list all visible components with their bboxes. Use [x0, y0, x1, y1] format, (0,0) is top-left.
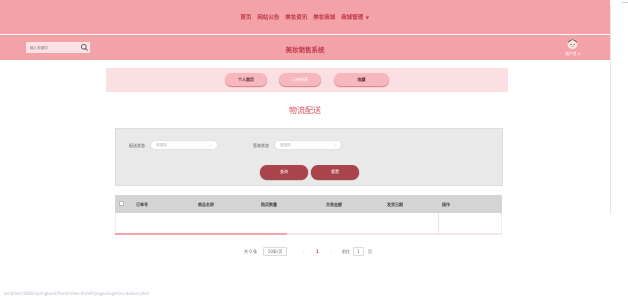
- page-size-value: 10条/页: [267, 249, 283, 254]
- column-actions: 操作: [442, 202, 450, 207]
- delivery-status-select[interactable]: 请选择 ⌄: [150, 140, 218, 150]
- tabs-band: 个人首页 订单列表 收藏: [106, 68, 508, 92]
- tab-favorites[interactable]: 收藏: [334, 73, 389, 86]
- goto-label: 前往: [342, 249, 350, 254]
- sign-status-select[interactable]: 请选择 ⌄: [274, 140, 342, 150]
- tab-profile[interactable]: 个人首页: [225, 73, 267, 86]
- nav-item-news[interactable]: 美妆资讯: [285, 15, 307, 21]
- scrollbar-thumb[interactable]: [115, 233, 287, 235]
- goto-page-value: 1: [357, 249, 360, 254]
- chevron-down-icon: ⌄: [209, 142, 213, 147]
- delivery-status-placeholder: 请选择: [156, 143, 167, 147]
- user-menu[interactable]: 账户名 ∨: [562, 38, 584, 59]
- page-title: 物流配送: [289, 106, 321, 115]
- current-page[interactable]: 1: [316, 249, 319, 254]
- nav-item-home[interactable]: 首页: [240, 15, 251, 21]
- horizontal-scrollbar[interactable]: [115, 233, 502, 235]
- top-nav: 首页 网站公告 美妆资讯 美妆商城 商城管理 ∨: [0, 0, 610, 34]
- column-ship-date: 发货日期: [387, 202, 403, 207]
- prev-page-button[interactable]: ‹: [303, 249, 305, 254]
- pagination: 共 0 条 10条/页 ‹ 1 › 前往 1 页: [0, 247, 610, 257]
- goto-page-input[interactable]: 1: [353, 247, 364, 256]
- site-title: 美妆销售系统: [285, 46, 325, 54]
- site-header: 美妆销售系统 账户名 ∨: [0, 35, 610, 60]
- sign-status-placeholder: 请选择: [280, 143, 291, 147]
- nav-item-announcements[interactable]: 网站公告: [257, 15, 279, 21]
- table-header: 订单号 商品名称 购买数量 交易金额 发货日期 操作: [115, 195, 502, 213]
- page: 首页 网站公告 美妆资讯 美妆商城 商城管理 ∨ 美妆销售系统: [0, 0, 628, 298]
- delivery-status-label: 配送状态: [129, 143, 145, 148]
- status-bar-url: localhost:8080/springboot/front/index.ht…: [4, 291, 149, 296]
- search-button[interactable]: 查询: [260, 165, 308, 179]
- sign-status-label: 签收状态: [253, 143, 269, 148]
- tab-orders[interactable]: 订单列表: [279, 73, 321, 86]
- page-size-select[interactable]: 10条/页: [263, 247, 287, 256]
- goto-unit: 页: [368, 249, 372, 254]
- top-nav-links: 首页 网站公告 美妆资讯 美妆商城 商城管理 ∨: [0, 13, 610, 21]
- table-body-empty: [115, 213, 502, 233]
- column-order-no: 订单号: [136, 202, 148, 207]
- select-all-checkbox[interactable]: [119, 201, 124, 206]
- column-divider: [438, 213, 439, 233]
- nav-item-mall[interactable]: 美妆商城: [313, 15, 335, 21]
- nav-item-mall-management[interactable]: 商城管理 ∨: [341, 15, 369, 21]
- right-edge-divider: [610, 6, 611, 214]
- next-page-button[interactable]: ›: [330, 249, 332, 254]
- filter-panel: 配送状态 请选择 ⌄ 签收状态 请选择 ⌄ 查询 重置: [115, 128, 503, 186]
- column-quantity: 购买数量: [261, 202, 277, 207]
- username-label[interactable]: 账户名 ∨: [562, 51, 584, 57]
- chevron-down-icon: ⌄: [333, 142, 337, 147]
- column-product-name: 商品名称: [198, 202, 214, 207]
- corner-mark: [622, 2, 628, 3]
- reset-button[interactable]: 重置: [311, 165, 359, 179]
- avatar[interactable]: [567, 38, 578, 50]
- column-amount: 交易金额: [326, 202, 342, 207]
- total-count: 共 0 条: [244, 249, 258, 254]
